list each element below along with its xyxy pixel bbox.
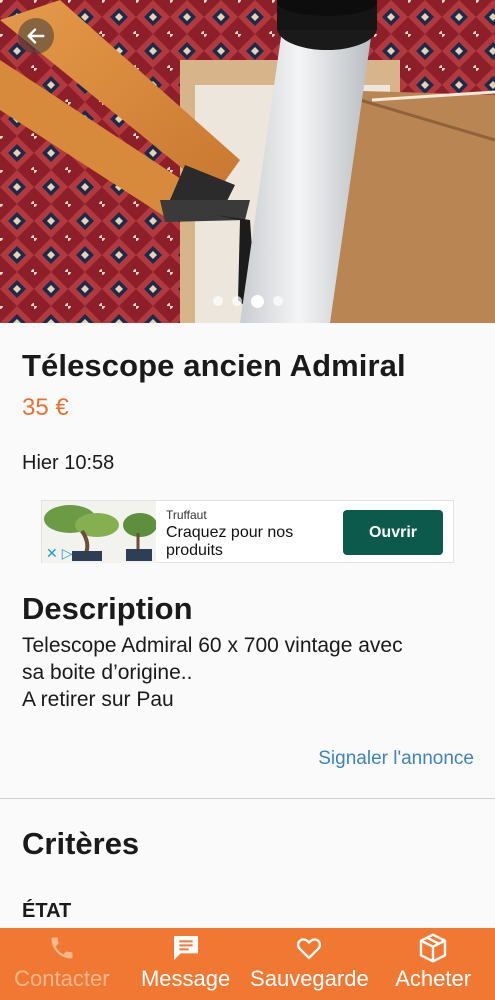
message-label: Message [140, 966, 231, 991]
save-label: Sauvegarde [250, 966, 369, 991]
arrow-left-icon [27, 28, 45, 44]
ad-brand: Truffaut [166, 508, 207, 522]
listing-price: 35 € [22, 394, 69, 421]
description-line: A retirer sur Pau [22, 688, 174, 711]
listing-photo[interactable] [0, 0, 495, 323]
ad-banner[interactable]: ✕ ▷ Truffaut Craquez pour nos produits O… [41, 500, 454, 563]
play-ad-icon: ▷ [61, 545, 73, 561]
back-button[interactable] [18, 18, 54, 54]
telescope-photo [0, 0, 495, 323]
message-button[interactable]: Message [124, 928, 248, 1000]
phone-icon [51, 937, 73, 959]
adchoices-icon[interactable]: ✕ ▷ [46, 545, 73, 562]
description-text: Telescope Admiral 60 x 700 vintage avec … [22, 632, 472, 713]
message-icon [173, 936, 198, 960]
description-heading: Description [22, 591, 193, 626]
buy-button[interactable]: Acheter [371, 928, 495, 1000]
description-line: Telescope Admiral 60 x 700 vintage avec [22, 634, 403, 657]
gallery-dot[interactable] [231, 296, 242, 306]
listing-title: Télescope ancien Admiral [22, 348, 406, 383]
gallery-pager[interactable] [0, 294, 495, 308]
save-button[interactable]: Sauvegarde [248, 928, 372, 1000]
buy-label: Acheter [395, 966, 472, 991]
listing-date: Hier 10:58 [22, 452, 115, 474]
description-line: sa boite d’origine.. [22, 661, 193, 684]
ad-open-button[interactable]: Ouvrir [343, 510, 443, 555]
gallery-dot[interactable] [272, 296, 283, 306]
close-ad-icon[interactable]: ✕ [46, 545, 58, 562]
heart-icon [297, 938, 322, 960]
report-listing-link[interactable]: Signaler l'annonce [318, 748, 474, 770]
criteria-label-etat: ÉTAT [22, 900, 72, 922]
gallery-dot[interactable] [250, 294, 264, 308]
bottom-action-bar: Contacter Message Sauvegarde Acheter [0, 928, 495, 1000]
ad-text: Craquez pour nos produits [166, 524, 294, 559]
contact-button[interactable]: Contacter [0, 928, 124, 1000]
section-divider [0, 798, 495, 799]
contact-label: Contacter [14, 966, 110, 991]
criteria-heading: Critères [22, 826, 140, 861]
package-icon [419, 933, 447, 963]
gallery-dot[interactable] [212, 296, 223, 306]
